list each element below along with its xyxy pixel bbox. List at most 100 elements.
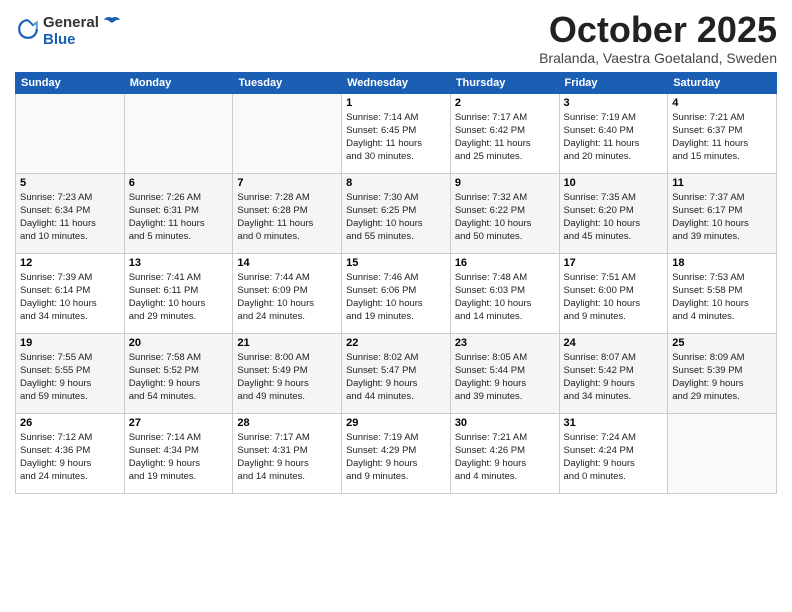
logo-general: General: [43, 14, 99, 31]
calendar-cell: 18Sunrise: 7:53 AM Sunset: 5:58 PM Dayli…: [668, 253, 777, 333]
day-number: 23: [455, 337, 555, 349]
calendar-cell: 27 Sunrise: 7:14 AM Sunset: 4:34 PM Dayli…: [124, 413, 233, 493]
calendar-cell: 1Sunrise: 7:14 AM Sunset: 6:45 PM Daylig…: [342, 93, 451, 173]
day-number: 10: [564, 177, 664, 189]
calendar-cell: [668, 413, 777, 493]
page: General Blue October 2025 Bralanda, Vaes…: [0, 0, 792, 612]
calendar-cell: [16, 93, 125, 173]
day-info: Sunrise: 7:37 AM Sunset: 6:17 PM Dayligh…: [672, 191, 772, 244]
day-number: 9: [455, 177, 555, 189]
calendar-cell: 25 Sunrise: 8:09 AM Sunset: 5:39 PM Dayli…: [668, 333, 777, 413]
logo-icon: [17, 18, 39, 40]
day-info: Sunrise: 8:00 AM Sunset: 5:49 PM Dayligh…: [237, 351, 337, 404]
day-header-saturday: Saturday: [668, 72, 777, 93]
calendar-cell: [124, 93, 233, 173]
day-info: Sunrise: 7:21 AM Sunset: 4:26 PM Dayligh…: [455, 431, 555, 484]
month-title: October 2025: [539, 10, 777, 50]
calendar-cell: 11Sunrise: 7:37 AM Sunset: 6:17 PM Dayli…: [668, 173, 777, 253]
calendar-cell: 23 Sunrise: 8:05 AM Sunset: 5:44 PM Dayli…: [450, 333, 559, 413]
calendar-cell: 14Sunrise: 7:44 AM Sunset: 6:09 PM Dayli…: [233, 253, 342, 333]
day-info: Sunrise: 8:02 AM Sunset: 5:47 PM Dayligh…: [346, 351, 446, 404]
day-info: Sunrise: 7:35 AM Sunset: 6:20 PM Dayligh…: [564, 191, 664, 244]
day-number: 15: [346, 257, 446, 269]
logo: General Blue: [15, 14, 121, 49]
day-number: 6: [129, 177, 229, 189]
calendar-cell: 3Sunrise: 7:19 AM Sunset: 6:40 PM Daylig…: [559, 93, 668, 173]
calendar-cell: 19 Sunrise: 7:55 AM Sunset: 5:55 PM Dayli…: [16, 333, 125, 413]
day-header-thursday: Thursday: [450, 72, 559, 93]
day-info: Sunrise: 7:21 AM Sunset: 6:37 PM Dayligh…: [672, 111, 772, 164]
day-info: Sunrise: 7:19 AM Sunset: 6:40 PM Dayligh…: [564, 111, 664, 164]
day-info: Sunrise: 7:19 AM Sunset: 4:29 PM Dayligh…: [346, 431, 446, 484]
day-number: 16: [455, 257, 555, 269]
day-number: 4: [672, 97, 772, 109]
day-number: 24: [564, 337, 664, 349]
calendar-cell: 24 Sunrise: 8:07 AM Sunset: 5:42 PM Dayli…: [559, 333, 668, 413]
calendar-cell: 20 Sunrise: 7:58 AM Sunset: 5:52 PM Dayli…: [124, 333, 233, 413]
day-number: 22: [346, 337, 446, 349]
day-header-monday: Monday: [124, 72, 233, 93]
day-number: 28: [237, 417, 337, 429]
day-header-tuesday: Tuesday: [233, 72, 342, 93]
day-number: 21: [237, 337, 337, 349]
day-info: Sunrise: 7:28 AM Sunset: 6:28 PM Dayligh…: [237, 191, 337, 244]
calendar-cell: 7 Sunrise: 7:28 AM Sunset: 6:28 PM Daylig…: [233, 173, 342, 253]
day-number: 27: [129, 417, 229, 429]
day-number: 7: [237, 177, 337, 189]
calendar-header-row: SundayMondayTuesdayWednesdayThursdayFrid…: [16, 72, 777, 93]
day-number: 17: [564, 257, 664, 269]
calendar-cell: 15 Sunrise: 7:46 AM Sunset: 6:06 PM Dayli…: [342, 253, 451, 333]
day-info: Sunrise: 7:26 AM Sunset: 6:31 PM Dayligh…: [129, 191, 229, 244]
day-info: Sunrise: 7:23 AM Sunset: 6:34 PM Dayligh…: [20, 191, 120, 244]
day-info: Sunrise: 7:17 AM Sunset: 6:42 PM Dayligh…: [455, 111, 555, 164]
calendar-week-1: 1Sunrise: 7:14 AM Sunset: 6:45 PM Daylig…: [16, 93, 777, 173]
day-info: Sunrise: 7:32 AM Sunset: 6:22 PM Dayligh…: [455, 191, 555, 244]
calendar-week-2: 5Sunrise: 7:23 AM Sunset: 6:34 PM Daylig…: [16, 173, 777, 253]
day-info: Sunrise: 7:14 AM Sunset: 6:45 PM Dayligh…: [346, 111, 446, 164]
day-info: Sunrise: 7:44 AM Sunset: 6:09 PM Dayligh…: [237, 271, 337, 324]
calendar-cell: 22 Sunrise: 8:02 AM Sunset: 5:47 PM Dayli…: [342, 333, 451, 413]
calendar-cell: 28 Sunrise: 7:17 AM Sunset: 4:31 PM Dayli…: [233, 413, 342, 493]
day-header-sunday: Sunday: [16, 72, 125, 93]
day-number: 20: [129, 337, 229, 349]
day-number: 2: [455, 97, 555, 109]
day-number: 8: [346, 177, 446, 189]
day-number: 26: [20, 417, 120, 429]
calendar-cell: 13Sunrise: 7:41 AM Sunset: 6:11 PM Dayli…: [124, 253, 233, 333]
day-number: 13: [129, 257, 229, 269]
day-info: Sunrise: 8:05 AM Sunset: 5:44 PM Dayligh…: [455, 351, 555, 404]
calendar-cell: 5Sunrise: 7:23 AM Sunset: 6:34 PM Daylig…: [16, 173, 125, 253]
day-number: 25: [672, 337, 772, 349]
day-info: Sunrise: 8:07 AM Sunset: 5:42 PM Dayligh…: [564, 351, 664, 404]
calendar-cell: 10 Sunrise: 7:35 AM Sunset: 6:20 PM Dayli…: [559, 173, 668, 253]
day-number: 12: [20, 257, 120, 269]
day-info: Sunrise: 8:09 AM Sunset: 5:39 PM Dayligh…: [672, 351, 772, 404]
day-number: 19: [20, 337, 120, 349]
day-info: Sunrise: 7:30 AM Sunset: 6:25 PM Dayligh…: [346, 191, 446, 244]
calendar-cell: 21 Sunrise: 8:00 AM Sunset: 5:49 PM Dayli…: [233, 333, 342, 413]
day-info: Sunrise: 7:51 AM Sunset: 6:00 PM Dayligh…: [564, 271, 664, 324]
day-info: Sunrise: 7:58 AM Sunset: 5:52 PM Dayligh…: [129, 351, 229, 404]
calendar-cell: 29Sunrise: 7:19 AM Sunset: 4:29 PM Dayli…: [342, 413, 451, 493]
calendar-cell: 9 Sunrise: 7:32 AM Sunset: 6:22 PM Daylig…: [450, 173, 559, 253]
calendar-week-5: 26 Sunrise: 7:12 AM Sunset: 4:36 PM Dayli…: [16, 413, 777, 493]
calendar-cell: 31 Sunrise: 7:24 AM Sunset: 4:24 PM Dayli…: [559, 413, 668, 493]
calendar-cell: 4 Sunrise: 7:21 AM Sunset: 6:37 PM Daylig…: [668, 93, 777, 173]
calendar-cell: 12Sunrise: 7:39 AM Sunset: 6:14 PM Dayli…: [16, 253, 125, 333]
calendar-week-3: 12Sunrise: 7:39 AM Sunset: 6:14 PM Dayli…: [16, 253, 777, 333]
header: General Blue October 2025 Bralanda, Vaes…: [15, 10, 777, 66]
day-info: Sunrise: 7:12 AM Sunset: 4:36 PM Dayligh…: [20, 431, 120, 484]
logo-blue: Blue: [43, 31, 121, 48]
day-info: Sunrise: 7:17 AM Sunset: 4:31 PM Dayligh…: [237, 431, 337, 484]
day-info: Sunrise: 7:14 AM Sunset: 4:34 PM Dayligh…: [129, 431, 229, 484]
calendar-cell: 30 Sunrise: 7:21 AM Sunset: 4:26 PM Dayli…: [450, 413, 559, 493]
day-info: Sunrise: 7:46 AM Sunset: 6:06 PM Dayligh…: [346, 271, 446, 324]
title-section: October 2025 Bralanda, Vaestra Goetaland…: [539, 10, 777, 66]
day-number: 31: [564, 417, 664, 429]
day-number: 18: [672, 257, 772, 269]
day-info: Sunrise: 7:24 AM Sunset: 4:24 PM Dayligh…: [564, 431, 664, 484]
day-info: Sunrise: 7:55 AM Sunset: 5:55 PM Dayligh…: [20, 351, 120, 404]
day-number: 30: [455, 417, 555, 429]
calendar-cell: [233, 93, 342, 173]
calendar-cell: 8 Sunrise: 7:30 AM Sunset: 6:25 PM Daylig…: [342, 173, 451, 253]
